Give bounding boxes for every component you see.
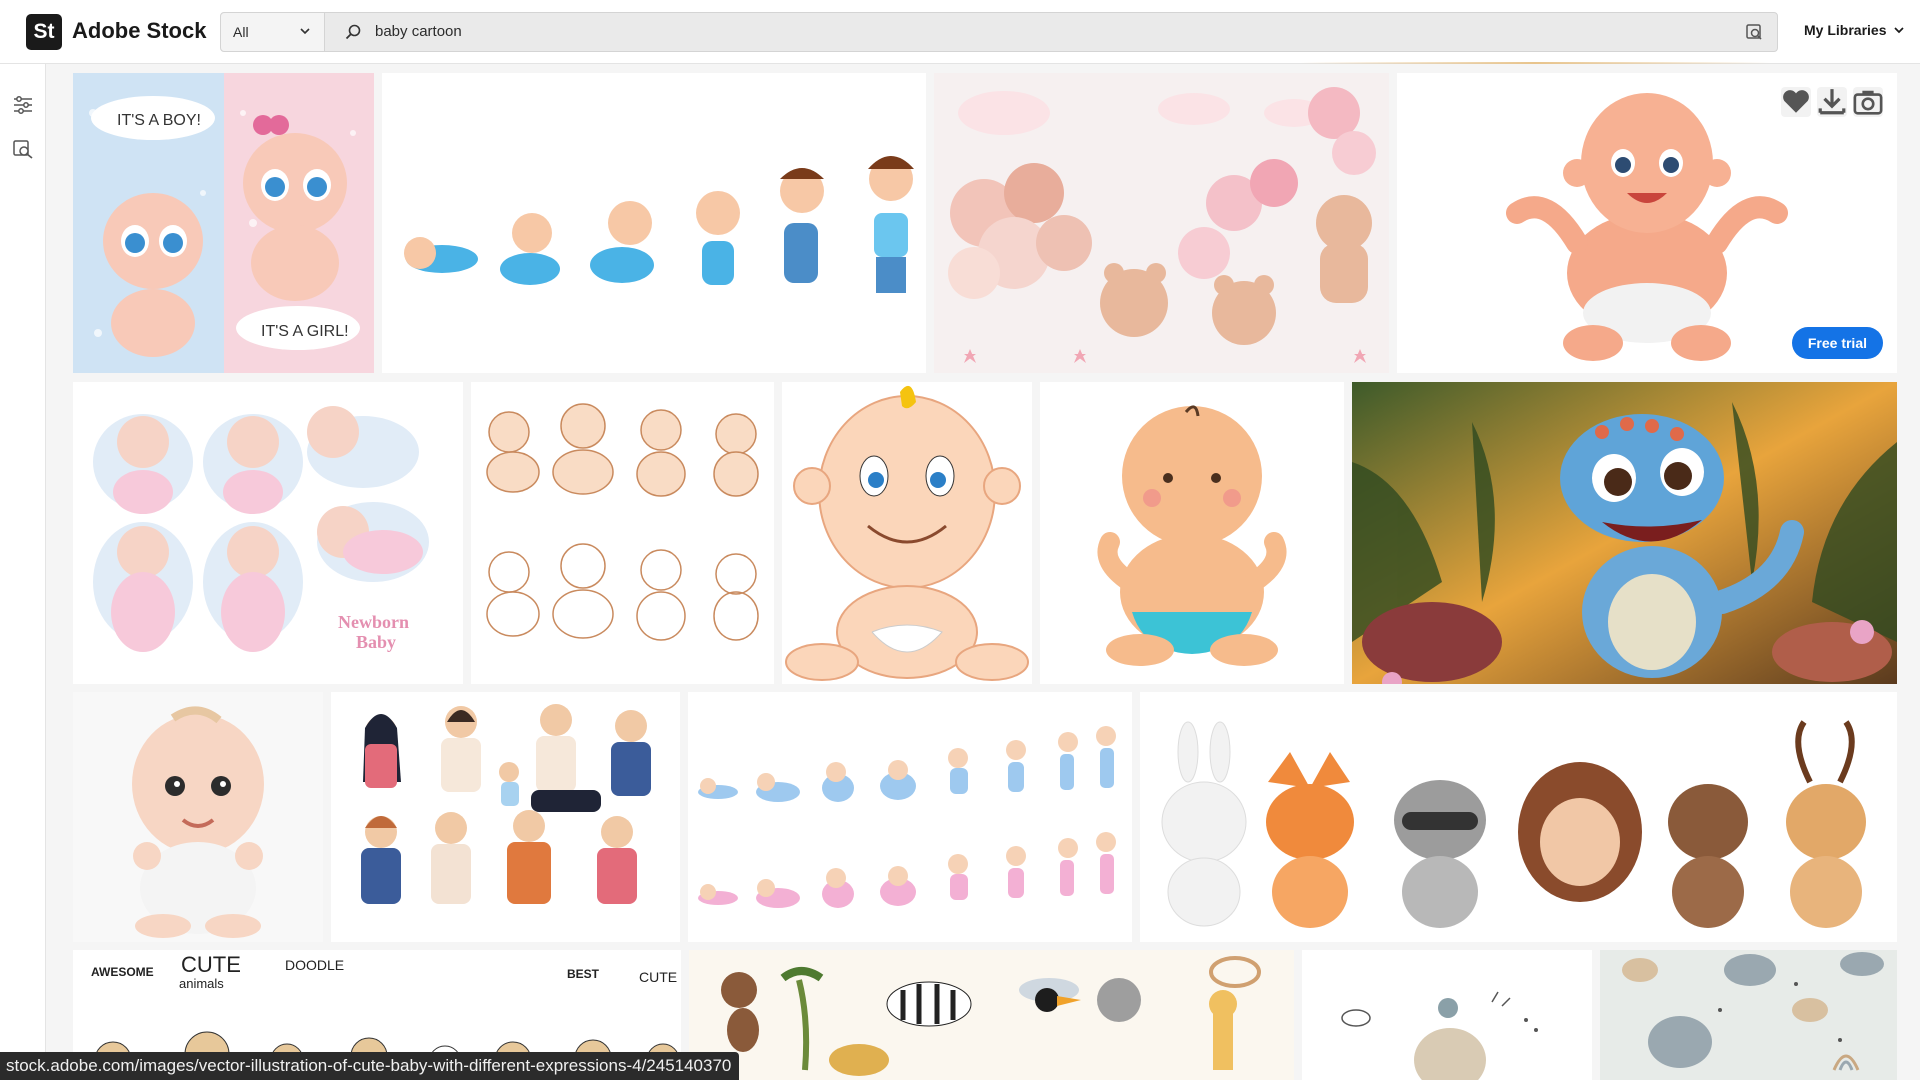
- tile-action-bar: [1781, 87, 1883, 117]
- image-tile-3d-cute-baby[interactable]: [73, 692, 323, 942]
- camera-icon[interactable]: [1853, 87, 1883, 117]
- doodle-awesome-text: AWESOME: [91, 965, 154, 979]
- tile-illustration: [934, 73, 1389, 373]
- image-tile-pink-bears-balloons[interactable]: [934, 73, 1389, 373]
- heart-icon[interactable]: [1781, 87, 1811, 117]
- sliders-icon[interactable]: [12, 94, 34, 116]
- image-tile-elephant-pattern[interactable]: [1600, 950, 1897, 1080]
- image-tile-baby-blue-diaper[interactable]: [1040, 382, 1344, 684]
- newborn-caption-line1: Newborn: [338, 612, 409, 632]
- search-icon: [345, 24, 361, 40]
- doodle-cute2-text: CUTE: [639, 969, 677, 985]
- tile-illustration: [1040, 382, 1344, 684]
- search-bar: All baby cartoon: [220, 12, 1778, 52]
- image-tile-smiling-baby-diaper[interactable]: [782, 382, 1032, 684]
- tile-illustration: [382, 73, 926, 373]
- left-sidebar: [0, 64, 46, 1080]
- image-tile-jungle-animals-pattern[interactable]: [689, 950, 1294, 1080]
- tile-illustration: [782, 382, 1032, 684]
- tile-illustration: Newborn Baby: [73, 382, 463, 684]
- tile-illustration: [1302, 950, 1592, 1080]
- image-tile-baby-dinosaur-jungle[interactable]: [1352, 382, 1897, 684]
- tile-illustration: [1140, 692, 1897, 942]
- chevron-down-icon: [300, 28, 310, 35]
- my-libraries-menu[interactable]: My Libraries: [1804, 22, 1905, 38]
- newborn-caption-line2: Baby: [356, 632, 396, 652]
- tile-illustration: [331, 692, 680, 942]
- image-search-icon[interactable]: [12, 138, 34, 160]
- image-tile-parents-with-babies[interactable]: [331, 692, 680, 942]
- boy-caption: IT'S A BOY!: [117, 112, 201, 129]
- header-accent-line: [1300, 62, 1770, 64]
- girl-caption: IT'S A GIRL!: [261, 323, 349, 340]
- asset-type-dropdown[interactable]: All: [221, 13, 325, 51]
- asset-type-value: All: [233, 24, 249, 40]
- image-search-icon[interactable]: [1745, 23, 1763, 41]
- status-bar-url: stock.adobe.com/images/vector-illustrati…: [0, 1052, 740, 1080]
- image-tile-baby-crawling-stages[interactable]: [688, 692, 1132, 942]
- my-libraries-label: My Libraries: [1804, 22, 1887, 38]
- image-tile-baby-growth-stages[interactable]: [382, 73, 926, 373]
- download-icon[interactable]: [1817, 87, 1847, 117]
- image-tile-elephant-mouse[interactable]: [1302, 950, 1592, 1080]
- image-tile-its-a-boy-girl[interactable]: IT'S A BOY! IT'S A GIRL!: [73, 73, 374, 373]
- tile-illustration: [471, 382, 774, 684]
- image-tile-baby-outline-set[interactable]: [471, 382, 774, 684]
- free-trial-button[interactable]: Free trial: [1791, 327, 1883, 359]
- chevron-down-icon: [1894, 27, 1905, 34]
- adobe-stock-logo-text[interactable]: Adobe Stock: [72, 18, 206, 44]
- doodle-doodle-text: DOODLE: [285, 957, 344, 973]
- doodle-best-text: BEST: [567, 967, 600, 981]
- top-header: St Adobe Stock All baby cartoon My Libra…: [0, 0, 1920, 64]
- search-input[interactable]: baby cartoon: [375, 23, 462, 40]
- image-tile-baby-forest-animals[interactable]: [1140, 692, 1897, 942]
- tile-illustration: [1600, 950, 1897, 1080]
- tile-illustration: [688, 692, 1132, 942]
- tile-illustration: [1352, 382, 1897, 684]
- doodle-animals-text: animals: [179, 976, 224, 991]
- image-tile-newborn-sleeping[interactable]: Newborn Baby: [73, 382, 463, 684]
- adobe-stock-logo-mark[interactable]: St: [26, 14, 62, 50]
- doodle-cute-text: CUTE: [181, 952, 241, 977]
- tile-illustration: [73, 692, 323, 942]
- tile-illustration: [689, 950, 1294, 1080]
- tile-illustration: IT'S A BOY! IT'S A GIRL!: [73, 73, 374, 373]
- image-tile-sitting-baby-cartoon[interactable]: Free trial: [1397, 73, 1897, 373]
